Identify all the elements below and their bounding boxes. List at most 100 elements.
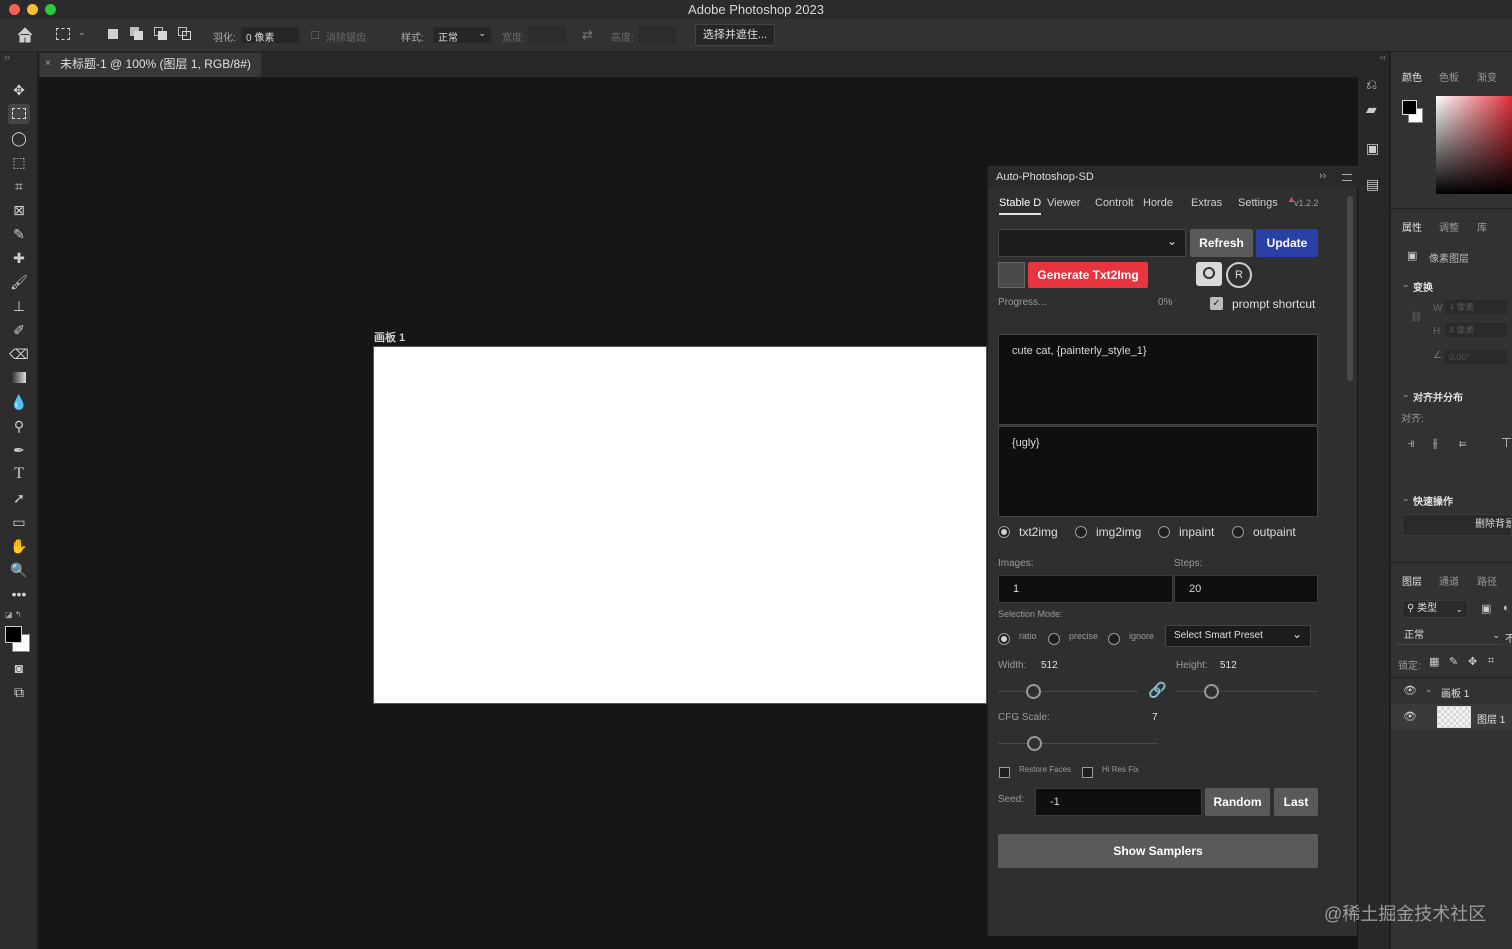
restore-icon[interactable]: R: [1226, 262, 1252, 288]
subtract-selection-icon[interactable]: [154, 27, 168, 41]
marquee-preset-icon[interactable]: [56, 28, 70, 40]
model-select[interactable]: ⌄: [998, 229, 1186, 257]
remove-background-button[interactable]: 删除背景: [1402, 514, 1512, 536]
frame-tool-icon[interactable]: ⊠: [8, 200, 30, 220]
mode-inpaint-radio[interactable]: [1158, 526, 1170, 538]
eraser-tool-icon[interactable]: ⌫: [8, 344, 30, 364]
blend-mode-select[interactable]: 正常 ⌄: [1396, 627, 1502, 645]
foreground-color-swatch[interactable]: [5, 626, 22, 643]
selection-ignore-radio[interactable]: [1108, 633, 1120, 645]
tab-controlnet[interactable]: Controlt: [1095, 197, 1134, 209]
restore-faces-checkbox[interactable]: [999, 767, 1010, 778]
height-slider-thumb[interactable]: [1204, 684, 1219, 699]
image-icon[interactable]: ▤: [1366, 176, 1379, 193]
eyedropper-tool-icon[interactable]: ✎: [8, 224, 30, 244]
random-seed-button[interactable]: Random: [1205, 788, 1270, 816]
filter-adjust-icon[interactable]: ◐: [1503, 602, 1510, 614]
new-selection-icon[interactable]: [108, 29, 118, 39]
negative-prompt-textarea[interactable]: {ugly}: [998, 426, 1318, 517]
zoom-window-button[interactable]: [45, 4, 56, 15]
smart-preset-select[interactable]: Select Smart Preset ⌄: [1165, 625, 1311, 647]
tab-adjustments[interactable]: 调整: [1439, 219, 1459, 234]
width-slider-thumb[interactable]: [1026, 684, 1041, 699]
tab-stable-diffusion[interactable]: Stable D: [999, 197, 1042, 215]
healing-brush-tool-icon[interactable]: ✚: [8, 248, 30, 268]
lock-position-icon[interactable]: ✥: [1468, 655, 1477, 668]
path-select-tool-icon[interactable]: ➚: [8, 488, 30, 508]
chevron-down-icon[interactable]: ⌄: [1402, 279, 1410, 290]
artboard[interactable]: [373, 346, 987, 704]
comments-icon[interactable]: ▰: [1366, 101, 1377, 118]
zoom-tool-icon[interactable]: 🔍: [8, 560, 30, 580]
object-select-tool-icon[interactable]: ⬚: [8, 152, 30, 172]
align-left-icon[interactable]: ⫣: [1407, 435, 1415, 451]
antialias-checkbox[interactable]: [311, 31, 319, 39]
plugin-icon[interactable]: ▣: [1366, 140, 1379, 157]
hires-fix-checkbox[interactable]: [1082, 767, 1093, 778]
more-tools-icon[interactable]: •••: [8, 584, 30, 604]
width-slider-track[interactable]: [998, 691, 1138, 692]
rectangle-tool-icon[interactable]: ▭: [8, 512, 30, 532]
tab-horde[interactable]: Horde: [1143, 197, 1173, 209]
mode-img2img-radio[interactable]: [1075, 526, 1087, 538]
home-icon[interactable]: [16, 27, 34, 43]
layer-row[interactable]: 👁 ⌄ 画板 1: [1391, 678, 1512, 704]
color-picker-field[interactable]: [1436, 96, 1512, 194]
collapse-icon[interactable]: ››: [4, 52, 10, 62]
last-seed-button[interactable]: Last: [1274, 788, 1318, 816]
eye-icon[interactable]: 👁: [1403, 710, 1417, 723]
tab-extras[interactable]: Extras: [1191, 197, 1222, 209]
chevron-down-icon[interactable]: ⌄: [1402, 493, 1410, 504]
tab-color[interactable]: 颜色: [1402, 69, 1422, 84]
lock-pixels-icon[interactable]: ✎: [1449, 655, 1458, 668]
panel-scrollbar[interactable]: [1347, 196, 1353, 381]
panel-menu-icon[interactable]: [1342, 174, 1352, 181]
w-input[interactable]: 4 像素: [1445, 300, 1507, 314]
feather-input[interactable]: 0 像素: [241, 27, 299, 44]
history-brush-tool-icon[interactable]: ✐: [8, 320, 30, 340]
seed-input[interactable]: -1: [1035, 788, 1202, 816]
mode-outpaint-radio[interactable]: [1232, 526, 1244, 538]
chevron-down-icon[interactable]: ⌄: [1425, 684, 1433, 695]
link-icon[interactable]: ⛓: [1410, 312, 1423, 323]
crop-tool-icon[interactable]: ⌗: [8, 176, 30, 196]
gradient-tool-icon[interactable]: [8, 368, 30, 388]
style-select[interactable]: 正常 ⌄: [433, 27, 491, 44]
mode-txt2img-radio[interactable]: [998, 526, 1010, 538]
type-tool-icon[interactable]: T: [8, 464, 30, 484]
show-samplers-button[interactable]: Show Samplers: [998, 834, 1318, 868]
h-input[interactable]: 4 像素: [1445, 323, 1507, 337]
document-tab[interactable]: × 未标题-1 @ 100% (图层 1, RGB/8#): [40, 53, 261, 77]
close-tab-icon[interactable]: ×: [45, 53, 51, 75]
close-window-button[interactable]: [9, 4, 20, 15]
tab-paths[interactable]: 路径: [1477, 573, 1497, 588]
angle-input[interactable]: 0.00°: [1445, 350, 1507, 364]
collapse-panel-icon[interactable]: ››: [1319, 170, 1326, 182]
swap-icon[interactable]: ⇄: [582, 27, 593, 43]
history-icon[interactable]: ⎌: [1366, 76, 1377, 93]
add-selection-icon[interactable]: [130, 27, 144, 41]
refresh-button[interactable]: Refresh: [1190, 229, 1253, 257]
default-colors-icon[interactable]: ◪ ↰: [5, 610, 21, 619]
camera-icon[interactable]: [1196, 262, 1222, 286]
hand-tool-icon[interactable]: ✋: [8, 536, 30, 556]
layer-kind-filter[interactable]: ⚲ 类型 ⌄: [1402, 600, 1468, 618]
stamp-tool-icon[interactable]: ⊥: [8, 296, 30, 316]
brush-tool-icon[interactable]: 🖌: [8, 272, 30, 292]
pen-tool-icon[interactable]: ✒: [8, 440, 30, 460]
dodge-tool-icon[interactable]: ⚲: [8, 416, 30, 436]
link-icon[interactable]: 🔗: [1148, 681, 1167, 699]
selection-precise-radio[interactable]: [1048, 633, 1060, 645]
fg-color-swatch[interactable]: [1402, 100, 1417, 115]
prompt-textarea[interactable]: cute cat, {painterly_style_1}: [998, 334, 1318, 425]
blur-tool-icon[interactable]: 💧: [8, 392, 30, 412]
tab-viewer[interactable]: Viewer: [1047, 197, 1080, 209]
artboard-label[interactable]: 画板 1: [374, 329, 405, 345]
generate-txt2img-button[interactable]: Generate Txt2Img: [1028, 262, 1148, 288]
tab-layers[interactable]: 图层: [1402, 573, 1422, 588]
tab-gradients[interactable]: 渐变: [1477, 69, 1497, 84]
steps-input[interactable]: 20: [1174, 575, 1318, 603]
images-input[interactable]: 1: [998, 575, 1173, 603]
layer-row[interactable]: 👁 图层 1: [1391, 704, 1512, 730]
height-input[interactable]: [638, 27, 676, 43]
